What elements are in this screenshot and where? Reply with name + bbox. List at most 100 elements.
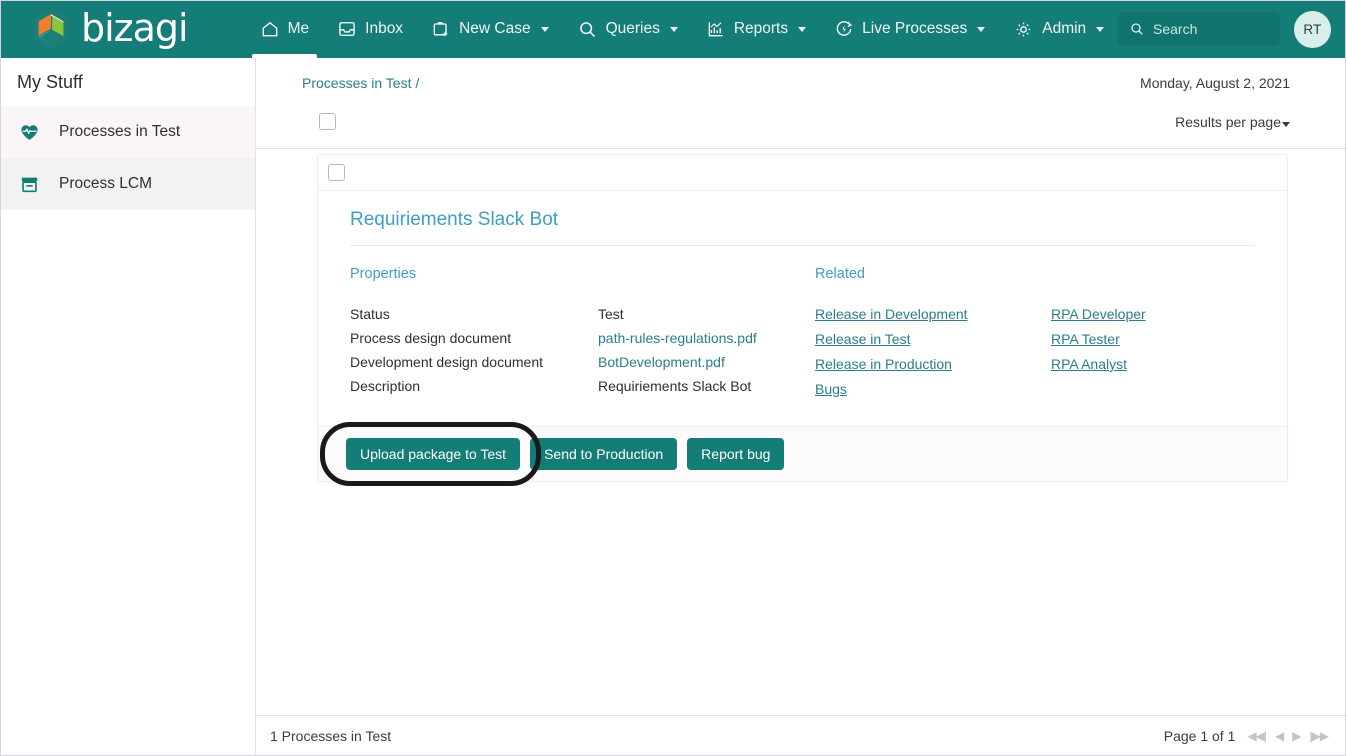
results-per-page-dropdown[interactable]: Results per page — [1175, 114, 1290, 130]
heart-pulse-glyph — [20, 124, 38, 140]
sidebar-item-processes-in-test[interactable]: Processes in Test — [0, 106, 255, 158]
related-links-left: Related Release in Development Release i… — [815, 266, 1051, 406]
related-link-rpa-tester[interactable]: RPA Tester — [1051, 331, 1120, 347]
chart-icon — [708, 22, 723, 37]
gear-icon — [1016, 22, 1031, 36]
checkbox-box — [319, 113, 336, 130]
next-page-icon[interactable]: ▶ — [1292, 729, 1301, 743]
heart-pulse-icon — [17, 122, 41, 143]
chevron-down-icon — [1096, 26, 1105, 32]
home-icon — [262, 21, 277, 37]
search-icon — [1131, 23, 1143, 35]
card-columns: Properties Status Test Process design do… — [350, 266, 1255, 406]
related-link-release-in-development[interactable]: Release in Development — [815, 306, 968, 322]
nav-item-me-label: Me — [287, 20, 310, 37]
results-count: 1 Processes in Test — [270, 728, 392, 744]
main-header: Processes in Test / Monday, August 2, 20… — [256, 58, 1346, 148]
property-key: Status — [350, 306, 390, 322]
sidebar-header: My Stuff — [17, 71, 83, 92]
new-case-icon — [433, 22, 448, 37]
search-input[interactable]: Search — [1118, 12, 1280, 46]
property-key: Development design document — [350, 354, 544, 370]
nav-item-admin[interactable]: Admin — [999, 0, 1118, 58]
related-column: Related Release in Development Release i… — [815, 266, 1287, 406]
chevron-down-icon — [977, 26, 986, 32]
chevron-down-icon — [798, 26, 807, 32]
nav-item-inbox-label: Inbox — [365, 20, 404, 37]
pagination-buttons: ◀◀| ◀ ▶ |▶▶ — [1247, 729, 1329, 743]
nav-item-new-case[interactable]: New Case — [417, 0, 563, 58]
property-row: Status Test — [350, 306, 815, 322]
card-title[interactable]: Requiriements Slack Bot — [350, 209, 1255, 246]
nav-item-live-processes-label: Live Processes — [862, 20, 968, 37]
bizagi-logo[interactable]: bizagi — [30, 6, 189, 51]
search-icon — [579, 21, 595, 37]
send-to-production-button[interactable]: Send to Production — [530, 438, 678, 470]
live-processes-icon — [836, 21, 853, 36]
inbox-icon — [339, 22, 355, 36]
row-select-checkbox[interactable] — [328, 164, 345, 181]
related-link-rpa-developer[interactable]: RPA Developer — [1051, 306, 1146, 322]
property-row: Description Requiriements Slack Bot — [350, 378, 815, 394]
card-action-buttons: Upload package to Test Send to Productio… — [318, 422, 1287, 486]
related-link-release-in-production[interactable]: Release in Production — [815, 356, 952, 372]
results-per-page-label: Results per page — [1175, 114, 1281, 130]
first-page-icon[interactable]: ◀◀| — [1247, 729, 1267, 743]
nav-item-queries[interactable]: Queries — [563, 0, 692, 58]
nav-item-queries-label: Queries — [605, 20, 660, 37]
related-link-bugs[interactable]: Bugs — [815, 381, 847, 397]
nav-items: Me Inbox New Case Queries Reports Live P… — [246, 0, 1119, 58]
prev-page-icon[interactable]: ◀ — [1275, 729, 1284, 743]
property-value: Test — [598, 306, 624, 322]
footer: 1 Processes in Test Page 1 of 1 ◀◀| ◀ ▶ … — [256, 715, 1346, 756]
property-key: Description — [350, 378, 421, 394]
nav-item-new-case-label: New Case — [459, 20, 531, 37]
properties-column: Properties Status Test Process design do… — [350, 266, 815, 406]
breadcrumb[interactable]: Processes in Test / — [302, 75, 419, 91]
process-card: Requiriements Slack Bot Properties Statu… — [317, 154, 1288, 486]
nav-item-inbox[interactable]: Inbox — [323, 0, 417, 58]
avatar-initials: RT — [1303, 22, 1322, 37]
property-row: Process design document path-rules-regul… — [350, 330, 815, 346]
bizagi-wordmark: bizagi — [81, 6, 189, 50]
property-value-link[interactable]: BotDevelopment.pdf — [598, 354, 725, 370]
property-row: Development design document BotDevelopme… — [350, 354, 815, 370]
avatar[interactable]: RT — [1294, 11, 1331, 48]
body: My Stuff Processes in Test Process LCM P… — [0, 58, 1346, 756]
report-bug-button[interactable]: Report bug — [687, 438, 785, 470]
select-all-checkbox[interactable] — [319, 113, 336, 130]
upload-package-to-test-button[interactable]: Upload package to Test — [346, 438, 521, 470]
related-link-release-in-test[interactable]: Release in Test — [815, 331, 910, 347]
related-heading: Related — [815, 266, 865, 282]
page-indicator: Page 1 of 1 — [1163, 728, 1236, 744]
sidebar-item-process-lcm[interactable]: Process LCM — [0, 158, 255, 210]
top-navigation-bar: bizagi Me Inbox New Case Queries Reports… — [0, 0, 1346, 58]
sidebar-item-processes-in-test-label: Processes in Test — [59, 123, 181, 140]
card-checkbox-row — [318, 155, 1287, 191]
related-link-rpa-analyst[interactable]: RPA Analyst — [1051, 356, 1127, 372]
property-value-link[interactable]: path-rules-regulations.pdf — [598, 330, 757, 346]
main-content: Processes in Test / Monday, August 2, 20… — [256, 58, 1346, 756]
nav-item-live-processes[interactable]: Live Processes — [820, 0, 999, 58]
property-value: Requiriements Slack Bot — [598, 378, 752, 394]
properties-heading: Properties — [350, 266, 417, 282]
archive-box-glyph — [21, 177, 37, 192]
property-key: Process design document — [350, 330, 512, 346]
archive-box-icon — [17, 174, 41, 195]
chevron-down-icon — [1282, 121, 1290, 127]
current-date: Monday, August 2, 2021 — [1140, 75, 1290, 91]
chevron-down-icon — [540, 26, 549, 32]
card-body: Requiriements Slack Bot Properties Statu… — [318, 191, 1287, 412]
bizagi-work-portal: bizagi Me Inbox New Case Queries Reports… — [0, 0, 1346, 756]
nav-item-me[interactable]: Me — [246, 0, 324, 58]
highlight-annotation: Upload package to Test — [319, 422, 542, 486]
results-list: Requiriements Slack Bot Properties Statu… — [256, 148, 1346, 715]
sidebar-item-process-lcm-label: Process LCM — [59, 175, 153, 192]
nav-item-admin-label: Admin — [1042, 20, 1087, 37]
last-page-icon[interactable]: |▶▶ — [1309, 729, 1329, 743]
related-links-right: . RPA Developer RPA Tester RPA Analyst — [1051, 266, 1287, 406]
sidebar: My Stuff Processes in Test Process LCM — [0, 58, 256, 756]
search-placeholder: Search — [1153, 21, 1198, 37]
pagination: Page 1 of 1 ◀◀| ◀ ▶ |▶▶ — [1163, 728, 1329, 744]
nav-item-reports[interactable]: Reports — [692, 0, 820, 58]
